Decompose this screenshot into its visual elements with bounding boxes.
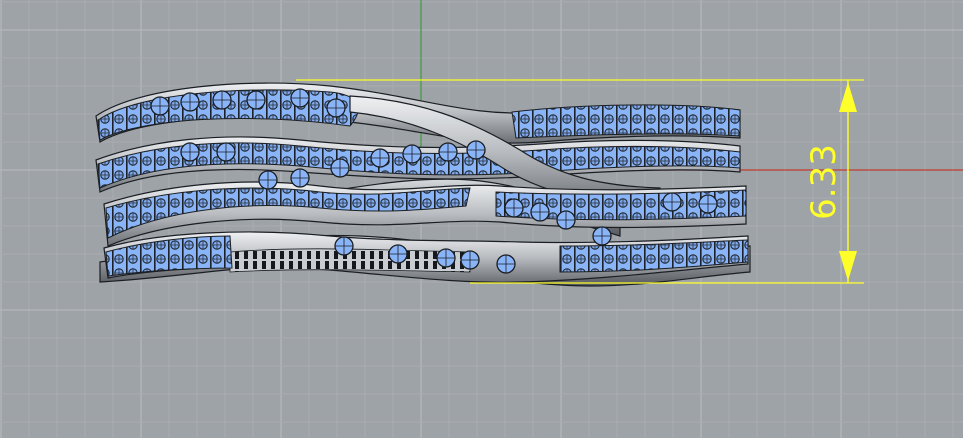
rhino-front-viewport[interactable]: 6.33	[0, 0, 963, 438]
ring-model[interactable]	[95, 82, 751, 287]
viewport-canvas[interactable]: 6.33	[0, 0, 963, 438]
pave-row-top-right	[511, 104, 741, 139]
dimension-value: 6.33	[804, 144, 844, 220]
dimension-arrow-bottom	[839, 251, 857, 281]
